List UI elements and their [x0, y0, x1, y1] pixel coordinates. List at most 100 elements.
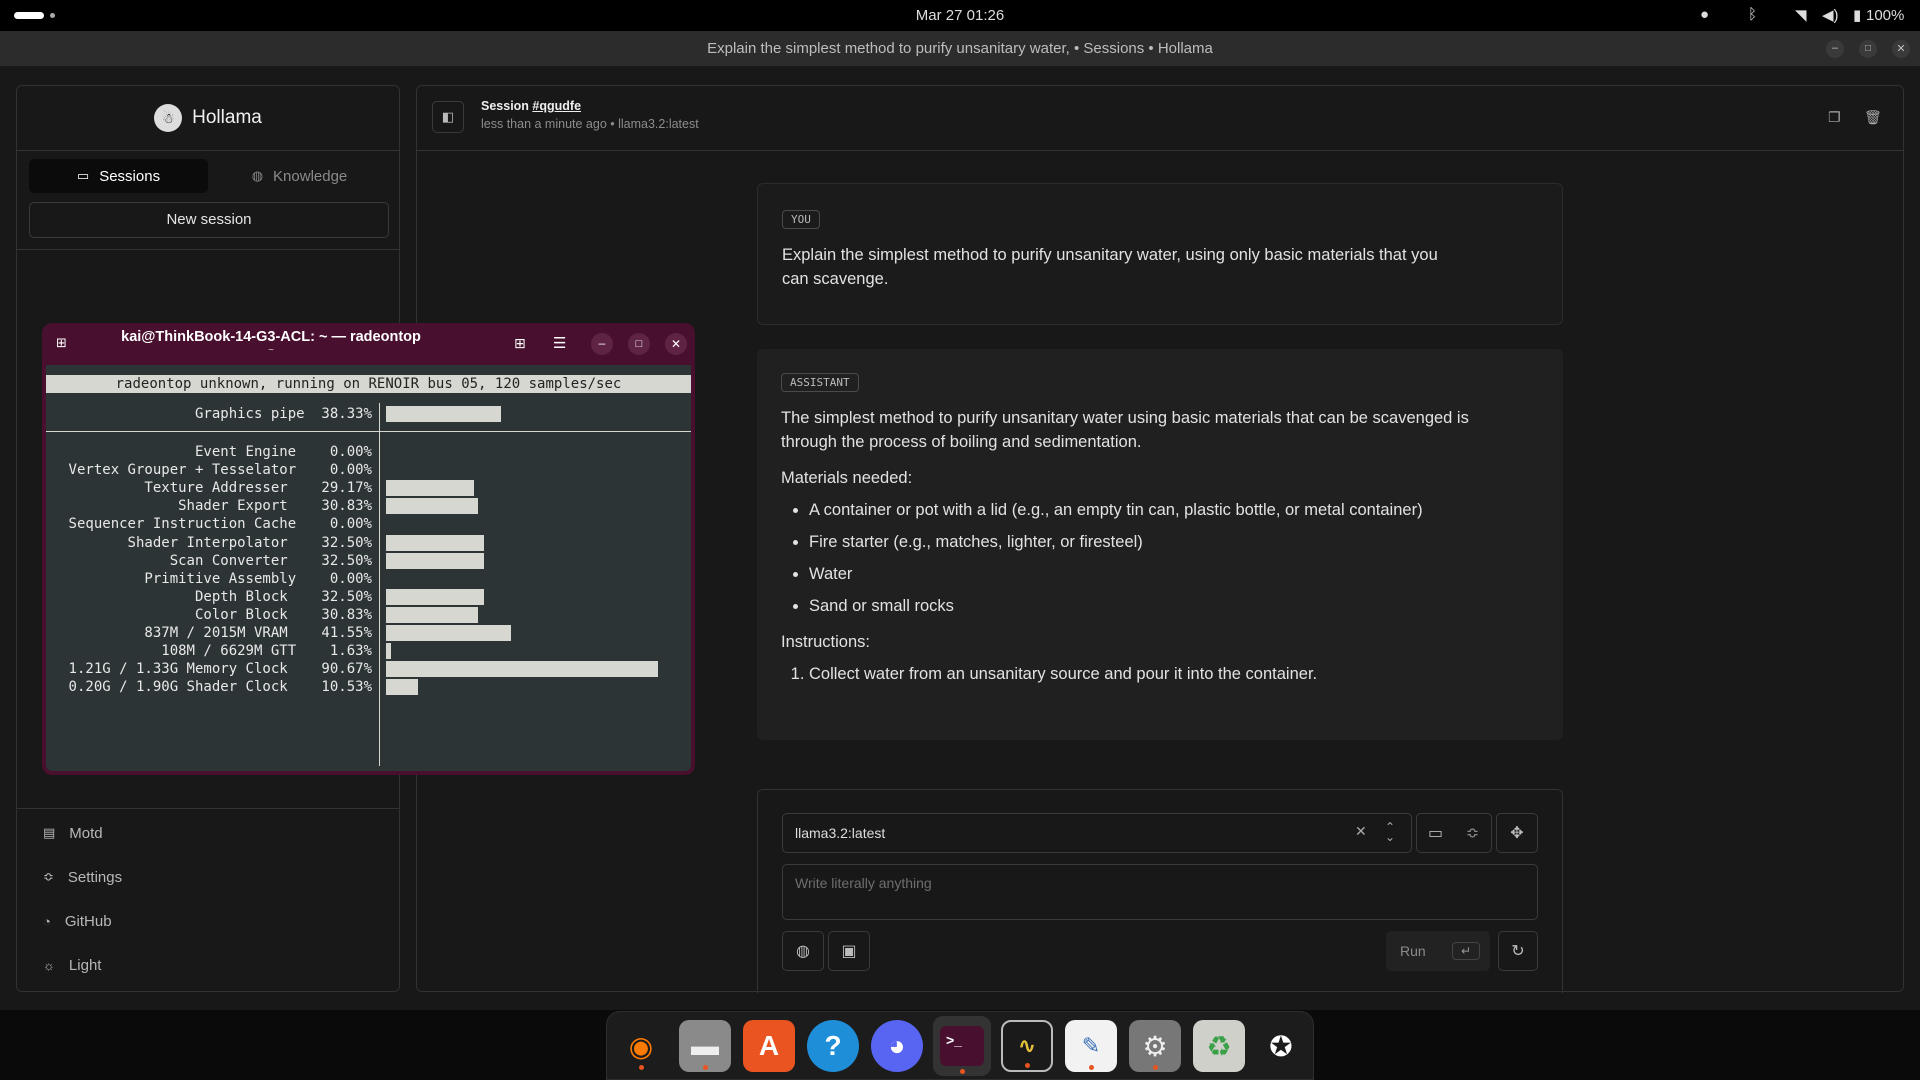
divider [17, 249, 399, 250]
usage-bar [386, 661, 658, 678]
image-icon[interactable]: ▣ [828, 931, 870, 971]
chevron-updown-icon[interactable]: ⌃ ⌄ [1385, 821, 1395, 843]
nav-light-label: Light [68, 956, 102, 974]
wifi-icon[interactable]: ◥ [1795, 6, 1807, 24]
new-session-button[interactable]: New session [29, 202, 389, 238]
mode-toggle[interactable]: ▭ ≎ [1416, 813, 1492, 853]
role-badge: ASSISTANT [781, 373, 859, 392]
fit-icon[interactable]: ✥ [1496, 813, 1538, 853]
discord-icon[interactable]: ◕ [871, 1020, 923, 1072]
row-pct: 29.17% [304, 480, 372, 497]
tab-sessions[interactable]: ▭ Sessions [29, 159, 208, 193]
nav-github[interactable]: ◔ GitHub [17, 899, 399, 943]
minimize-icon[interactable]: – [1826, 40, 1844, 58]
instructions-list: Collect water from an unsanitary source … [781, 662, 1539, 686]
list-item: Collect water from an unsanitary source … [809, 662, 1539, 686]
clear-icon[interactable]: ✕ [1355, 823, 1367, 840]
tab-knowledge-label: Knowledge [273, 167, 348, 185]
system-monitor-icon[interactable]: ∿ [1001, 1020, 1053, 1072]
grid-icon[interactable]: ⊞ [514, 335, 526, 352]
battery-percentage: 100% [1866, 7, 1905, 24]
model-select-value: llama3.2:latest [795, 825, 886, 841]
radeontop-row: Shader Export 30.83% [46, 497, 372, 515]
clock[interactable]: Mar 27 01:26 [0, 7, 1920, 24]
firefox-icon[interactable]: ◉ [615, 1020, 667, 1072]
document-icon: ▤ [43, 825, 56, 840]
sidebar-header: ☃ Hollama [17, 86, 399, 151]
text-editor-icon[interactable]: ✎ [1065, 1020, 1117, 1072]
radeontop-row: 0.20G / 1.90G Shader Clock 10.53% [46, 678, 372, 696]
settings-icon[interactable]: ⚙ [1129, 1020, 1181, 1072]
graphics-pipe-bar [386, 406, 501, 422]
row-pct: 38.33% [321, 406, 372, 422]
bluetooth-icon[interactable]: ᛒ [1748, 6, 1757, 23]
app-name: Hollama [192, 107, 262, 128]
row-pct: 41.55% [304, 625, 372, 641]
chat-icon: ▭ [76, 168, 90, 183]
row-label: Shader Export [178, 498, 288, 515]
refresh-icon[interactable]: ↻ [1498, 931, 1538, 971]
window-title-bar[interactable]: Explain the simplest method to purify un… [0, 31, 1920, 67]
toggle-sidebar-icon[interactable]: ◧ [432, 101, 464, 133]
usage-bar [386, 588, 484, 605]
prompt-input[interactable]: Write literally anything [782, 864, 1538, 920]
row-pct: 30.83% [304, 498, 372, 515]
hollama-logo-icon: ☃ [154, 104, 183, 132]
nav-motd[interactable]: ▤ Motd [17, 811, 399, 855]
radeontop-row: Event Engine 0.00% [46, 443, 372, 461]
composer: llama3.2:latest ✕ ⌃ ⌄ ▭ ≎ ✥ Write literal… [757, 789, 1563, 993]
github-icon: ◔ [43, 913, 51, 929]
battery-icon[interactable]: ▮ [1853, 6, 1861, 24]
row-label: Vertex Grouper + Tesselator [68, 462, 297, 479]
nav-settings[interactable]: ≎ Settings [17, 855, 399, 899]
sun-icon: ☼ [43, 957, 55, 973]
materials-list: A container or pot with a lid (e.g., an … [781, 498, 1539, 618]
knowledge-icon[interactable]: ◍ [782, 931, 824, 971]
radeontop-row: Color Block 30.83% [46, 606, 372, 624]
list-item: Fire starter (e.g., matches, lighter, or… [809, 530, 1539, 554]
row-pct: 32.50% [304, 534, 372, 551]
radeontop-output: radeontop unknown, running on RENOIR bus… [46, 375, 691, 771]
row-label: Color Block [194, 606, 288, 623]
row-label: 1.21G / 1.33G Memory Clock [68, 661, 288, 678]
nav-light[interactable]: ☼ Light [17, 943, 399, 987]
maximize-icon[interactable]: □ [1859, 40, 1877, 58]
terminal-header[interactable]: ⊞ kai@ThinkBook-14-G3-ACL: ~ — radeontop… [46, 323, 691, 365]
terminal-window[interactable]: ⊞ kai@ThinkBook-14-G3-ACL: ~ — radeontop… [42, 323, 695, 775]
row-label: 837M / 2015M VRAM [144, 625, 288, 641]
copy-icon[interactable]: ❐ [1828, 109, 1841, 126]
menu-icon[interactable]: ☰ [553, 334, 566, 352]
assistant-intro: The simplest method to purify unsanitary… [781, 409, 1469, 451]
trash-icon[interactable]: ♻ [1193, 1020, 1245, 1072]
divider [46, 431, 691, 432]
dock: ◉ ▬ A ? ◕ >_ ∿ ✎ ⚙ ♻ ✪ [606, 1011, 1314, 1080]
model-select[interactable]: llama3.2:latest ✕ ⌃ ⌄ [782, 813, 1412, 853]
trash-icon[interactable]: 🗑 [1864, 109, 1882, 126]
instructions-heading: Instructions: [781, 633, 870, 651]
session-id-link[interactable]: #qgudfe [532, 99, 581, 113]
usage-bar [386, 643, 391, 660]
run-button[interactable]: Run ↵ [1386, 931, 1490, 971]
row-label: Event Engine [194, 444, 297, 460]
ubuntu-icon[interactable]: ✪ [1255, 1020, 1307, 1072]
row-label: Primitive Assembly [144, 570, 297, 587]
app-center-icon[interactable]: A [743, 1020, 795, 1072]
minimize-icon[interactable]: – [591, 333, 613, 355]
discord-tray-icon[interactable]: ● [1700, 6, 1709, 23]
chat-icon[interactable]: ▭ [1417, 823, 1454, 843]
divider [17, 808, 399, 809]
terminal-active-slot[interactable]: >_ [933, 1016, 991, 1076]
user-message-text: Explain the simplest method to purify un… [782, 246, 1438, 288]
files-icon[interactable]: ▬ [679, 1020, 731, 1072]
volume-icon[interactable]: ◀) [1822, 6, 1839, 24]
maximize-icon[interactable]: □ [628, 333, 650, 355]
row-pct: 90.67% [304, 661, 372, 678]
tab-knowledge[interactable]: ◍ Knowledge [210, 159, 389, 193]
materials-heading: Materials needed: [781, 469, 913, 487]
sliders-icon[interactable]: ≎ [1454, 823, 1491, 843]
usage-bar [386, 625, 511, 641]
terminal-icon[interactable]: >_ [940, 1026, 984, 1066]
help-icon[interactable]: ? [807, 1020, 859, 1072]
close-icon[interactable]: ✕ [1892, 40, 1910, 58]
close-icon[interactable]: ✕ [665, 333, 687, 355]
